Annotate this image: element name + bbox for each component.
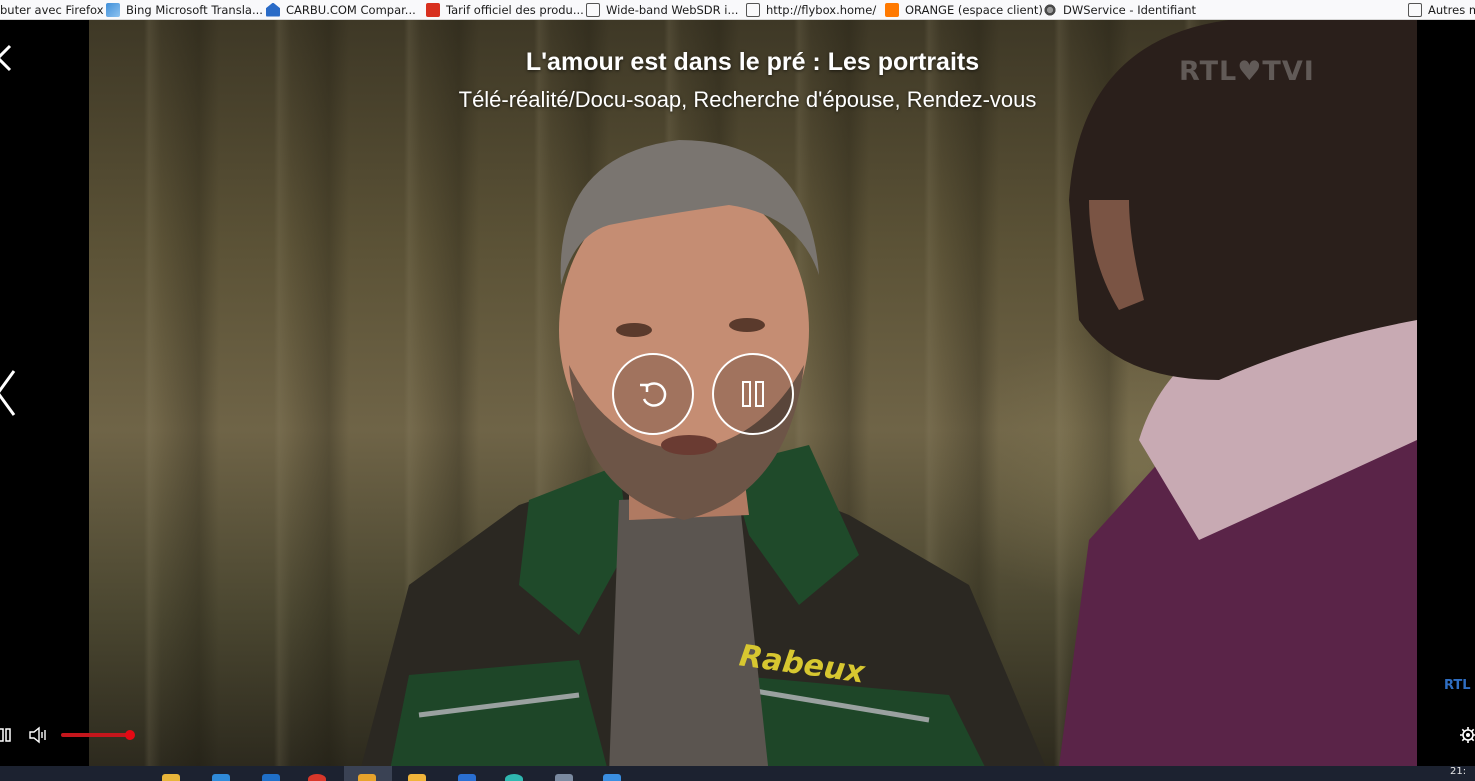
bookmark-tarif-officiel[interactable]: Tarif officiel des produ... xyxy=(426,0,590,19)
chrome-icon[interactable] xyxy=(308,774,326,781)
bottom-pause-icon[interactable] xyxy=(0,728,12,742)
bing-icon xyxy=(106,2,120,17)
taskbar-app-icon[interactable] xyxy=(458,774,476,781)
volume-slider-thumb[interactable] xyxy=(125,730,135,740)
other-bookmarks-label: Autres m xyxy=(1428,2,1475,17)
dwservice-icon xyxy=(1043,2,1057,17)
taskbar-app-icon[interactable] xyxy=(262,774,280,781)
bookmark-websdr[interactable]: Wide-band WebSDR i... xyxy=(586,0,744,19)
other-bookmarks[interactable]: Autres m xyxy=(1408,0,1475,19)
tarif-icon xyxy=(426,2,440,17)
bookmark-bing-translator[interactable]: Bing Microsoft Transla... xyxy=(106,0,269,19)
pause-button[interactable] xyxy=(712,353,794,435)
program-title: L'amour est dans le pré : Les portraits xyxy=(525,48,980,76)
video-player[interactable]: Rabeux RTL♥TVI L'amour est dans le pré :… xyxy=(0,20,1475,766)
replay-icon xyxy=(640,382,667,407)
bookmark-label: ORANGE (espace client) xyxy=(905,2,1043,17)
bookmark-getting-started[interactable]: buter avec Firefox xyxy=(0,0,110,19)
orange-icon xyxy=(885,2,899,17)
bookmark-label: Bing Microsoft Transla... xyxy=(126,2,263,17)
bookmarks-toolbar: buter avec Firefox Bing Microsoft Transl… xyxy=(0,0,1475,20)
bookmark-label: CARBU.COM Compar... xyxy=(286,2,416,17)
previous-chevron-icon[interactable] xyxy=(0,367,18,419)
bookmark-carbu[interactable]: CARBU.COM Compar... xyxy=(266,0,422,19)
bookmark-flybox[interactable]: http://flybox.home/ xyxy=(746,0,882,19)
settings-gear-icon[interactable] xyxy=(1459,726,1475,744)
taskbar-app-icon[interactable] xyxy=(408,774,426,781)
carbu-icon xyxy=(266,2,280,17)
volume-slider-track[interactable] xyxy=(61,733,131,737)
bookmark-label: Tarif officiel des produ... xyxy=(446,2,584,17)
file-explorer-icon[interactable] xyxy=(162,774,180,781)
bookmark-orange[interactable]: ORANGE (espace client) xyxy=(885,0,1049,19)
pause-icon xyxy=(742,381,764,407)
bookmark-label: http://flybox.home/ xyxy=(766,2,877,17)
bookmark-label: buter avec Firefox xyxy=(0,2,104,17)
volume-icon[interactable] xyxy=(28,726,48,744)
taskbar-app-icon[interactable] xyxy=(358,774,376,781)
taskbar-app-icon[interactable] xyxy=(505,774,523,781)
program-genres: Télé-réalité/Docu-soap, Recherche d'épou… xyxy=(458,87,1037,112)
globe-icon xyxy=(586,2,600,17)
video-subject-man: Rabeux xyxy=(361,140,1046,766)
bookmark-dwservice[interactable]: DWService - Identifiant xyxy=(1043,0,1202,19)
taskbar-app-icon[interactable] xyxy=(603,774,621,781)
taskbar-app-icon[interactable] xyxy=(555,774,573,781)
corner-channel-logo: RTL xyxy=(1444,678,1471,693)
taskbar-app-icon[interactable] xyxy=(212,774,230,781)
bookmark-label: Wide-band WebSDR i... xyxy=(606,2,739,17)
folder-icon xyxy=(1408,2,1422,17)
replay-button[interactable] xyxy=(612,353,694,435)
windows-taskbar: 21: xyxy=(0,766,1475,781)
globe-icon xyxy=(746,2,760,17)
taskbar-clock: 21: xyxy=(1450,766,1467,777)
back-arrow-icon[interactable] xyxy=(0,44,14,72)
bookmark-label: DWService - Identifiant xyxy=(1063,2,1197,17)
video-subject-woman xyxy=(1059,20,1417,766)
